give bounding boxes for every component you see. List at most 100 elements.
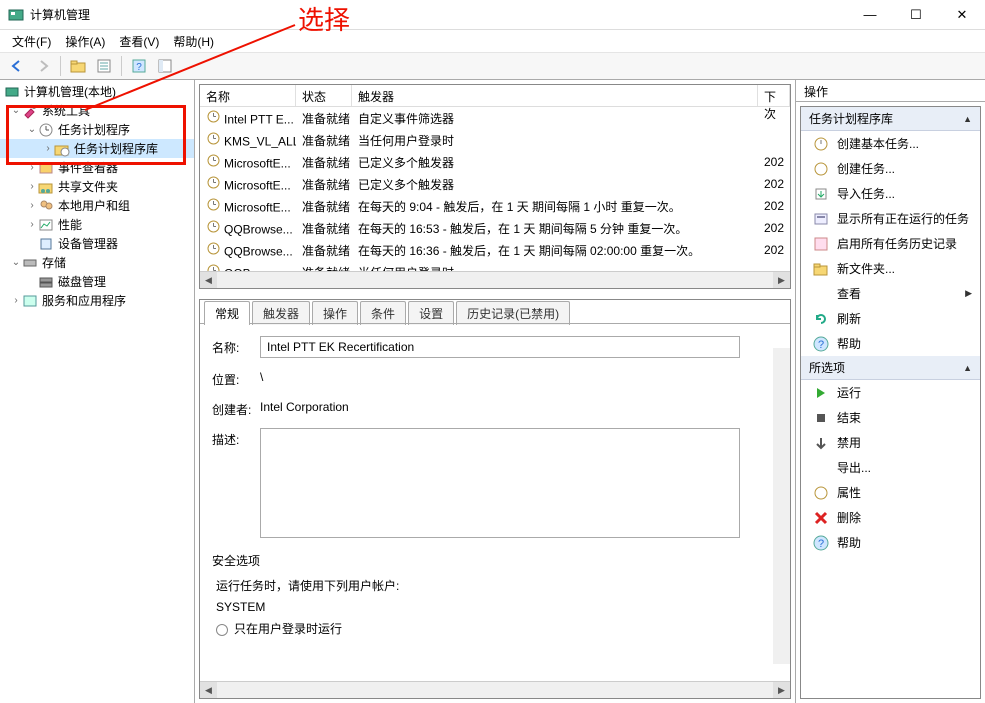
action-view[interactable]: 查看▶	[801, 281, 980, 306]
action-task-basic[interactable]: 创建基本任务...	[801, 131, 980, 156]
clock-icon	[206, 242, 220, 256]
tools-icon	[22, 103, 38, 119]
help-button[interactable]: ?	[128, 55, 150, 77]
tree-scheduler-lib-label: 任务计划程序库	[74, 140, 158, 157]
task-trigger: 已定义多个触发器	[352, 174, 758, 195]
label-author: 创建者:	[212, 398, 260, 418]
props-button[interactable]	[93, 55, 115, 77]
action-help[interactable]: ?帮助	[801, 331, 980, 356]
center-pane: 名称 状态 触发器 下次 Intel PTT E...准备就绪自定义事件筛选器K…	[195, 80, 795, 703]
collapse-icon[interactable]: ⌄	[26, 124, 38, 135]
table-row[interactable]: Intel PTT E...准备就绪自定义事件筛选器	[200, 107, 790, 129]
security-caption: 运行任务时，请使用下列用户帐户:	[212, 577, 778, 594]
collapse-icon: ▲	[963, 114, 972, 124]
tree-performance[interactable]: › 性能	[0, 215, 194, 234]
services-icon	[22, 293, 38, 309]
tree-task-scheduler-library[interactable]: › 任务计划程序库	[0, 139, 194, 158]
tree-device-manager[interactable]: 设备管理器	[0, 234, 194, 253]
action-group-selected[interactable]: 所选项 ▲	[801, 356, 980, 380]
table-row[interactable]: QQBrowse...准备就绪在每天的 16:36 - 触发后，在 1 天 期间…	[200, 239, 790, 261]
forward-button[interactable]	[32, 55, 54, 77]
window-title: 计算机管理	[30, 6, 847, 23]
col-next[interactable]: 下次	[758, 85, 790, 106]
table-row[interactable]: QQBrowse...准备就绪当任何用户登录时	[200, 261, 790, 271]
table-row[interactable]: QQBrowse...准备就绪在每天的 16:53 - 触发后，在 1 天 期间…	[200, 217, 790, 239]
menu-view[interactable]: 查看(V)	[113, 31, 165, 52]
tree-root[interactable]: 计算机管理(本地)	[0, 82, 194, 101]
tree-local-users[interactable]: › 本地用户和组	[0, 196, 194, 215]
menu-action[interactable]: 操作(A)	[59, 31, 111, 52]
tree-task-scheduler[interactable]: ⌄ 任务计划程序	[0, 120, 194, 139]
tree-event-viewer[interactable]: › 事件查看器	[0, 158, 194, 177]
field-description[interactable]	[260, 428, 740, 538]
col-name[interactable]: 名称	[200, 85, 296, 106]
table-row[interactable]: MicrosoftE...准备就绪在每天的 9:04 - 触发后，在 1 天 期…	[200, 195, 790, 217]
close-button[interactable]: ✕	[939, 0, 985, 30]
menu-help[interactable]: 帮助(H)	[167, 31, 220, 52]
tree-services-apps[interactable]: › 服务和应用程序	[0, 291, 194, 310]
list-h-scrollbar[interactable]: ◀ ▶	[200, 271, 790, 288]
list-body: Intel PTT E...准备就绪自定义事件筛选器KMS_VL_ALL准备就绪…	[200, 107, 790, 271]
action-delete[interactable]: 删除	[801, 505, 980, 530]
expand-icon[interactable]: ›	[26, 219, 38, 230]
shared-folder-icon	[38, 179, 54, 195]
col-trigger[interactable]: 触发器	[352, 85, 758, 106]
task-status: 准备就绪	[296, 108, 352, 129]
action-import[interactable]: 导入任务...	[801, 181, 980, 206]
tree-shared-folders[interactable]: › 共享文件夹	[0, 177, 194, 196]
action-group-library-label: 任务计划程序库	[809, 110, 893, 127]
minimize-button[interactable]: —	[847, 0, 893, 30]
expand-icon[interactable]: ›	[26, 181, 38, 192]
action-history[interactable]: 启用所有任务历史记录	[801, 231, 980, 256]
expand-icon[interactable]: ›	[42, 143, 54, 154]
action-disable[interactable]: 禁用	[801, 430, 980, 455]
tab-history[interactable]: 历史记录(已禁用)	[456, 301, 570, 325]
table-row[interactable]: MicrosoftE...准备就绪已定义多个触发器202	[200, 173, 790, 195]
back-button[interactable]	[6, 55, 28, 77]
scroll-left-icon[interactable]: ◀	[200, 682, 217, 699]
action-help[interactable]: ?帮助	[801, 530, 980, 555]
details-h-scrollbar[interactable]: ◀ ▶	[200, 681, 790, 698]
collapse-icon[interactable]: ⌄	[10, 105, 22, 116]
tree-storage[interactable]: ⌄ 存储	[0, 253, 194, 272]
action-run[interactable]: 运行	[801, 380, 980, 405]
scroll-right-icon[interactable]: ▶	[773, 682, 790, 699]
action-group-library[interactable]: 任务计划程序库 ▲	[801, 107, 980, 131]
col-status[interactable]: 状态	[296, 85, 352, 106]
collapse-icon[interactable]: ⌄	[10, 257, 22, 268]
details-v-scrollbar[interactable]	[773, 348, 790, 664]
menu-file[interactable]: 文件(F)	[6, 31, 57, 52]
menu-bar: 文件(F) 操作(A) 查看(V) 帮助(H)	[0, 30, 985, 52]
field-name[interactable]: Intel PTT EK Recertification	[260, 336, 740, 358]
tab-conditions[interactable]: 条件	[360, 301, 406, 325]
tree-disk-mgmt[interactable]: 磁盘管理	[0, 272, 194, 291]
export-icon	[813, 460, 829, 476]
action-label: 属性	[837, 484, 861, 501]
clock-icon	[38, 122, 54, 138]
maximize-button[interactable]: ☐	[893, 0, 939, 30]
action-props[interactable]: 属性	[801, 480, 980, 505]
table-row[interactable]: MicrosoftE...准备就绪已定义多个触发器202	[200, 151, 790, 173]
tree-system-tools[interactable]: ⌄ 系统工具	[0, 101, 194, 120]
action-end[interactable]: 结束	[801, 405, 980, 430]
tab-settings[interactable]: 设置	[408, 301, 454, 325]
expand-icon[interactable]: ›	[26, 200, 38, 211]
tab-general[interactable]: 常规	[204, 301, 250, 325]
scroll-left-icon[interactable]: ◀	[200, 272, 217, 289]
tab-triggers[interactable]: 触发器	[252, 301, 310, 325]
task-name: MicrosoftE...	[224, 156, 291, 170]
action-refresh[interactable]: 刷新	[801, 306, 980, 331]
task-trigger: 在每天的 16:36 - 触发后，在 1 天 期间每隔 02:00:00 重复一…	[352, 240, 758, 261]
action-running[interactable]: 显示所有正在运行的任务	[801, 206, 980, 231]
expand-icon[interactable]: ›	[26, 162, 38, 173]
scroll-right-icon[interactable]: ▶	[773, 272, 790, 289]
action-task-create[interactable]: 创建任务...	[801, 156, 980, 181]
action-export[interactable]: 导出...	[801, 455, 980, 480]
expand-icon[interactable]: ›	[10, 295, 22, 306]
radio-run-logged-on[interactable]: 只在用户登录时运行	[212, 620, 778, 637]
folder-button[interactable]	[67, 55, 89, 77]
pane-button[interactable]	[154, 55, 176, 77]
action-folder[interactable]: 新文件夹...	[801, 256, 980, 281]
table-row[interactable]: KMS_VL_ALL准备就绪当任何用户登录时	[200, 129, 790, 151]
tab-actions[interactable]: 操作	[312, 301, 358, 325]
